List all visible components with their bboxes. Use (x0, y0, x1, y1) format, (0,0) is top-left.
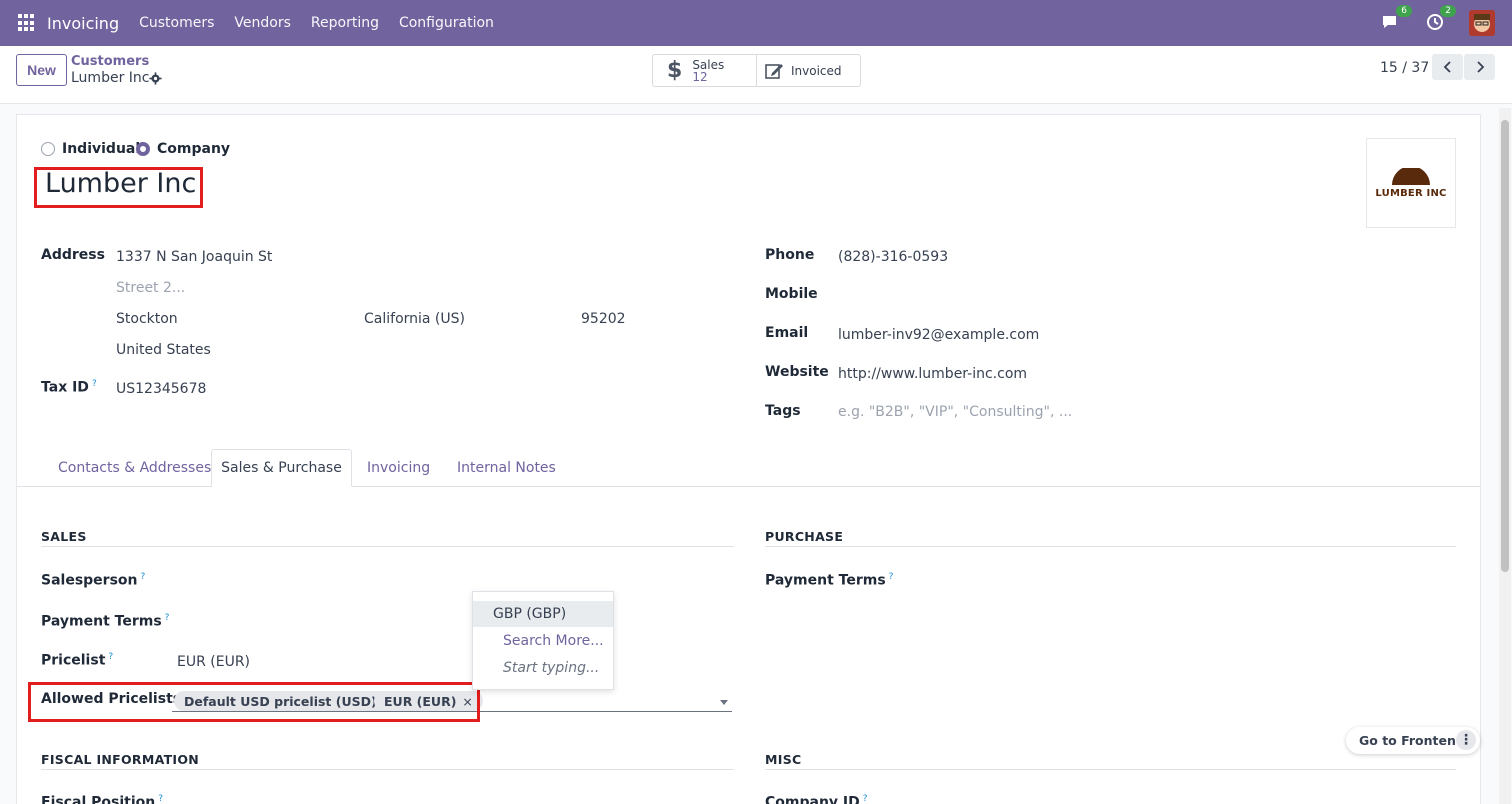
tab-sales-purchase[interactable]: Sales & Purchase (211, 449, 352, 487)
purchase-section-line (765, 546, 1456, 547)
phone-label: Phone (765, 247, 815, 263)
messages-button[interactable]: 6 (1381, 5, 1412, 34)
company-id-label: Company ID? (765, 794, 868, 804)
website-field[interactable]: http://www.lumber-inc.com (838, 366, 1027, 382)
zip-field[interactable]: 95202 (581, 311, 626, 327)
email-field[interactable]: lumber-inv92@example.com (838, 327, 1039, 343)
payment-terms-label: Payment Terms? (41, 613, 170, 630)
dropdown-hint: Start typing... (503, 660, 600, 676)
help-icon[interactable]: ? (158, 794, 163, 804)
purchase-payment-terms-label: Payment Terms? (765, 572, 894, 589)
help-icon[interactable]: ? (141, 572, 146, 582)
activities-badge: 2 (1440, 5, 1456, 17)
fiscal-position-label: Fiscal Position? (41, 794, 163, 804)
radio-circle-checked[interactable] (136, 142, 150, 156)
tags-label: Tags (765, 403, 801, 419)
gear-icon[interactable] (149, 72, 162, 85)
more-options-icon[interactable]: ⋮ (1456, 730, 1476, 750)
dropdown-option[interactable]: GBP (GBP) (473, 601, 613, 627)
street-field[interactable]: 1337 N San Joaquin St (116, 249, 272, 265)
tax-id-label: Tax ID? (41, 379, 97, 396)
pager-value[interactable]: 15 / 37 (1380, 60, 1429, 76)
country-field[interactable]: United States (116, 342, 211, 358)
city-field[interactable]: Stockton (116, 311, 178, 327)
sales-section-line (41, 546, 734, 547)
apps-grid-icon[interactable] (18, 14, 36, 32)
invoiced-smart-button[interactable]: Invoiced (756, 54, 861, 87)
radio-circle[interactable] (41, 142, 55, 156)
sales-section-title: SALES (41, 529, 87, 544)
messages-badge: 6 (1396, 5, 1412, 17)
fiscal-section-line (41, 769, 734, 770)
help-icon[interactable]: ? (108, 652, 113, 662)
tags-field[interactable]: e.g. "B2B", "VIP", "Consulting", ... (838, 404, 1072, 420)
pager-previous-button[interactable] (1432, 54, 1463, 80)
help-icon[interactable]: ? (92, 379, 97, 389)
email-label: Email (765, 325, 809, 341)
radio-company[interactable]: Company (136, 141, 230, 157)
user-avatar[interactable] (1469, 10, 1495, 36)
tab-invoicing[interactable]: Invoicing (351, 449, 446, 487)
misc-section-title: MISC (765, 752, 802, 767)
menu-reporting[interactable]: Reporting (311, 15, 379, 31)
sales-smart-button[interactable]: $ Sales 12 (652, 54, 757, 87)
chevron-right-icon (1476, 61, 1484, 73)
highlight-box (28, 682, 480, 722)
tab-internal-notes[interactable]: Internal Notes (441, 449, 572, 487)
fiscal-section-title: FISCAL INFORMATION (41, 752, 200, 767)
top-navbar: Invoicing Customers Vendors Reporting Co… (0, 0, 1512, 46)
company-logo[interactable]: LUMBER INC (1366, 138, 1456, 228)
menu-vendors[interactable]: Vendors (234, 15, 290, 31)
autocomplete-dropdown: GBP (GBP) Search More... Start typing... (472, 591, 614, 690)
pager-next-button[interactable] (1464, 54, 1495, 80)
help-icon[interactable]: ? (165, 613, 170, 623)
dropdown-caret-icon[interactable] (720, 700, 728, 705)
phone-field[interactable]: (828)-316-0593 (838, 249, 948, 265)
website-label: Website (765, 364, 829, 380)
app-name[interactable]: Invoicing (47, 14, 119, 33)
mobile-label: Mobile (765, 286, 818, 302)
edit-invoice-icon (765, 63, 783, 79)
radio-company-label: Company (157, 141, 231, 157)
control-panel: New Customers Lumber Inc $ Sales 12 Invo… (0, 46, 1512, 104)
breadcrumb-current: Lumber Inc (71, 70, 150, 86)
saw-blade-logo-icon (1392, 167, 1430, 185)
street2-field[interactable]: Street 2... (116, 280, 185, 296)
help-icon[interactable]: ? (863, 794, 868, 804)
radio-individual-label: Individual (62, 141, 141, 157)
scrollbar-thumb[interactable] (1501, 120, 1509, 572)
state-field[interactable]: California (US) (364, 311, 465, 327)
invoiced-label: Invoiced (791, 63, 842, 78)
menu-configuration[interactable]: Configuration (399, 15, 494, 31)
pricelist-field[interactable]: EUR (EUR) (177, 654, 250, 670)
breadcrumb-customers[interactable]: Customers (71, 54, 149, 69)
menu-customers[interactable]: Customers (139, 15, 214, 31)
new-button[interactable]: New (16, 54, 67, 86)
misc-section-line (765, 769, 1456, 770)
chevron-left-icon (1443, 61, 1451, 73)
tax-id-field[interactable]: US12345678 (116, 381, 206, 397)
help-icon[interactable]: ? (889, 572, 894, 582)
tab-contacts-addresses[interactable]: Contacts & Addresses (42, 449, 227, 487)
activities-button[interactable]: 2 (1425, 5, 1456, 34)
purchase-section-title: PURCHASE (765, 529, 844, 544)
radio-individual[interactable]: Individual (41, 141, 140, 157)
sales-count: 12 (692, 69, 708, 84)
sales-label: Sales (692, 57, 725, 72)
logo-text: LUMBER INC (1375, 187, 1447, 199)
search-more-link[interactable]: Search More... (473, 628, 613, 654)
frontend-toolbar: Go to Frontend ⋮ (1346, 727, 1480, 754)
address-label: Address (41, 247, 105, 263)
pricelist-label: Pricelist? (41, 652, 114, 669)
salesperson-label: Salesperson? (41, 572, 146, 589)
dollar-icon: $ (667, 58, 683, 83)
highlight-box (34, 167, 203, 208)
go-to-frontend-button[interactable]: Go to Frontend (1359, 733, 1465, 748)
